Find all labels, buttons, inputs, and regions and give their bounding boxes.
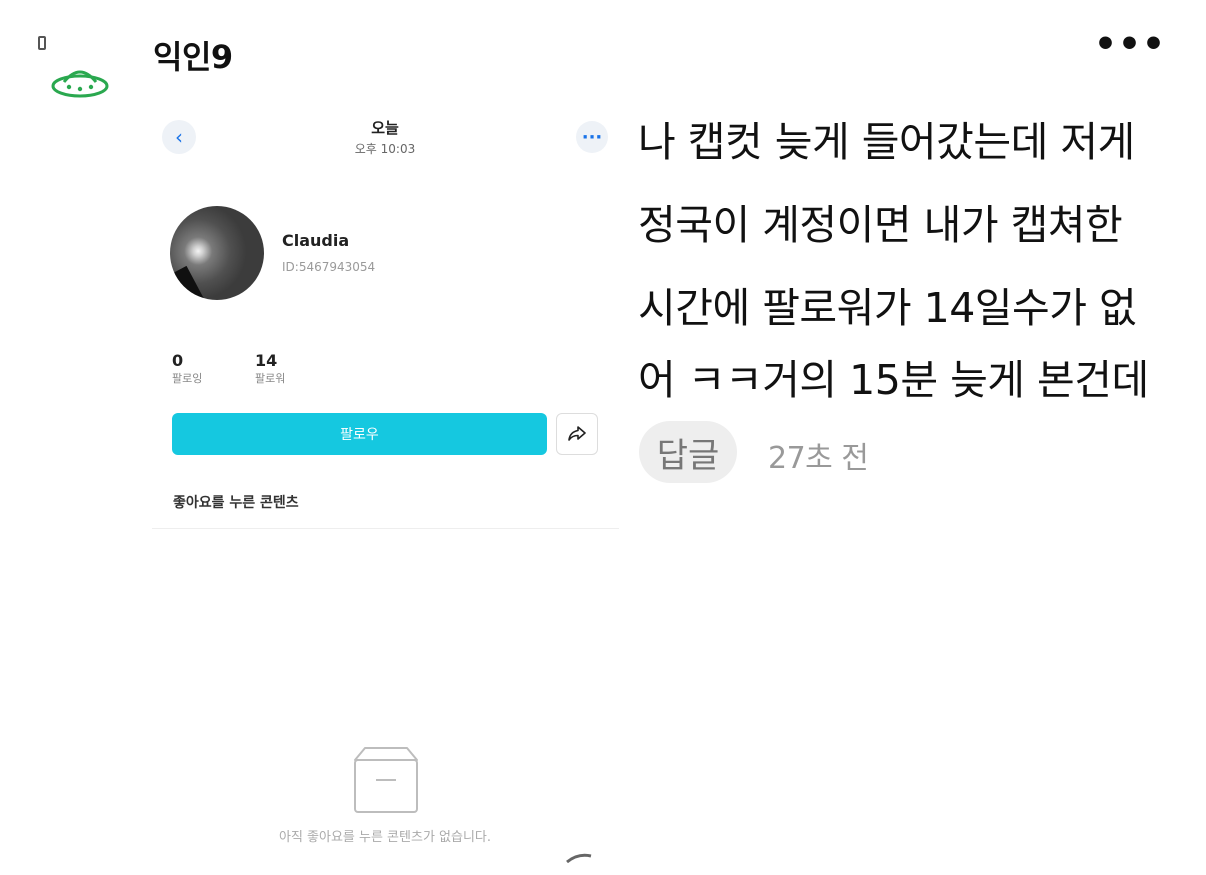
comment-line-1: 나 캡컷 늦게 들어갔는데 저게	[638, 118, 1135, 166]
embedded-more-button[interactable]: ···	[576, 121, 608, 153]
following-label: 팔로잉	[172, 372, 203, 385]
comment-line-3: 시간에 팔로워가 14일수가 없	[638, 284, 1137, 332]
follower-label: 팔로워	[255, 372, 286, 385]
follow-button[interactable]: 팔로우	[172, 413, 547, 455]
comment-line-2: 정국이 계정이면 내가 캡쳐한	[638, 201, 1123, 249]
empty-box-icon	[352, 746, 420, 814]
share-arrow-icon	[568, 426, 586, 441]
follower-stat[interactable]: 14 팔로워	[255, 351, 285, 386]
divider	[152, 528, 619, 529]
follower-count: 14	[255, 351, 278, 370]
comment-author: 익인9	[153, 38, 233, 76]
embedded-title: 오늘	[371, 119, 399, 137]
embedded-time: 오후 10:03	[354, 142, 416, 156]
comment-more-icon[interactable]: •••	[1094, 24, 1166, 65]
back-button[interactable]: ‹	[162, 120, 196, 154]
following-stat[interactable]: 0 팔로잉	[172, 351, 202, 386]
share-button[interactable]	[556, 413, 598, 455]
reply-button[interactable]: 답글	[639, 421, 737, 483]
empty-state-text: 아직 좋아요를 누른 콘텐츠가 없습니다.	[278, 830, 492, 845]
profile-name: Claudia	[282, 231, 350, 250]
profile-id: ID:5467943054	[282, 260, 376, 274]
avatar[interactable]	[170, 206, 264, 300]
more-horizontal-icon: ···	[581, 126, 603, 148]
chevron-left-icon: ‹	[175, 125, 183, 149]
comment-line-4: 어 ㅋㅋ거의 15분 늦게 본건데	[638, 356, 1149, 404]
following-count: 0	[172, 351, 184, 370]
comment-time: 27초 전	[768, 441, 869, 476]
partial-shape	[566, 848, 592, 864]
liked-content-title: 좋아요를 누른 콘텐츠	[173, 495, 299, 511]
ufo-icon	[36, 34, 116, 104]
